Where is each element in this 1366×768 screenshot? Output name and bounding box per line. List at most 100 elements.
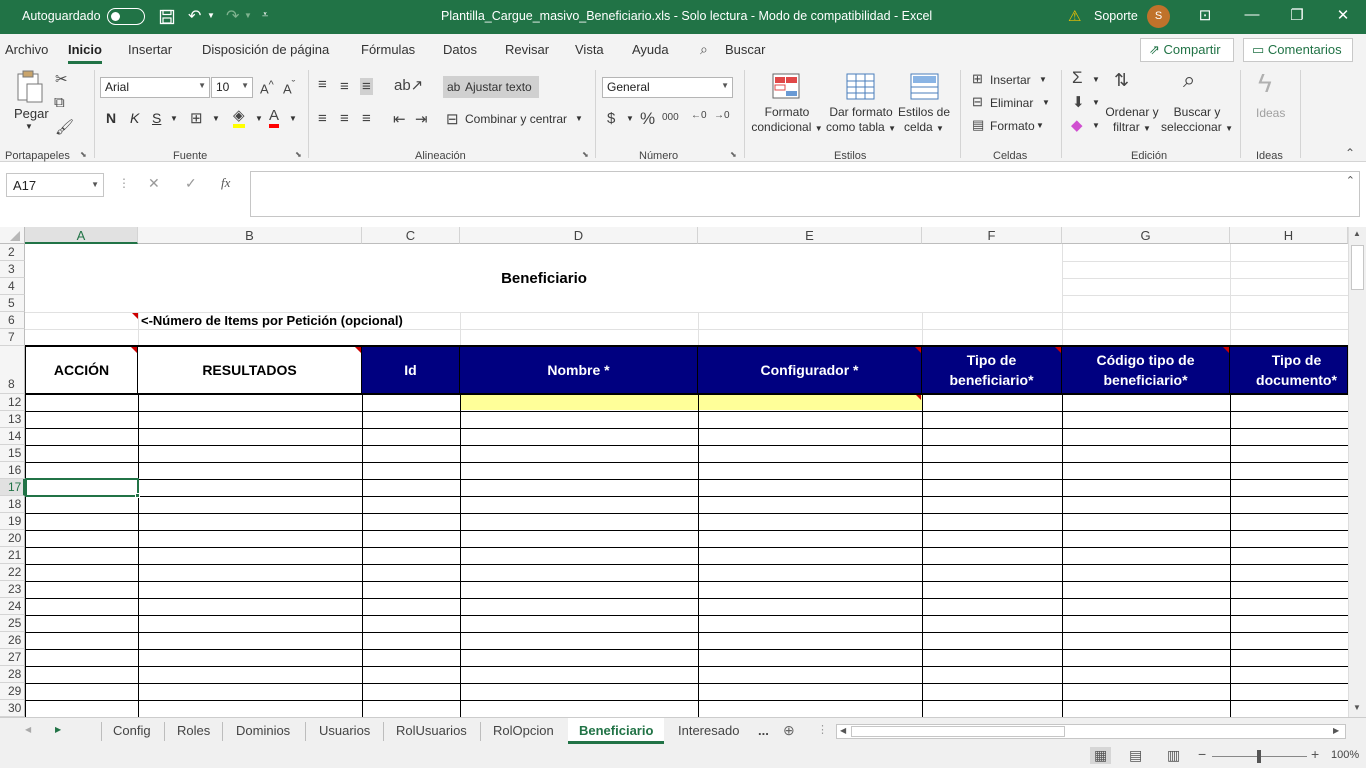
autosum-icon[interactable]: Σ xyxy=(1072,68,1083,88)
h-scroll-thumb[interactable] xyxy=(851,726,1065,737)
cut-icon[interactable]: ✂ xyxy=(55,70,68,88)
row-header[interactable]: 15 xyxy=(0,445,25,462)
tab-datos[interactable]: Datos xyxy=(443,42,477,57)
dialog-launcher-icon[interactable]: ⬊ xyxy=(80,150,87,159)
minimize-icon[interactable]: — xyxy=(1237,6,1267,23)
tab-scroll-right-icon[interactable]: ▶ xyxy=(55,725,61,734)
align-bottom-icon[interactable]: ≡ xyxy=(360,78,373,95)
font-color-icon[interactable]: A xyxy=(269,108,280,128)
align-middle-icon[interactable]: ≡ xyxy=(340,78,349,95)
zoom-out-icon[interactable]: − xyxy=(1198,746,1206,762)
row-header[interactable]: 27 xyxy=(0,649,25,666)
row-header[interactable]: 13 xyxy=(0,411,25,428)
sort-filter-button[interactable]: Ordenar y filtrar ▼ xyxy=(1102,105,1162,136)
column-header-c[interactable]: C xyxy=(362,227,460,244)
restore-icon[interactable]: ❐ xyxy=(1282,6,1312,24)
more-sheets-button[interactable]: ... xyxy=(758,723,769,738)
orientation-icon[interactable]: ab↗ xyxy=(394,76,423,94)
zoom-slider-thumb[interactable] xyxy=(1257,750,1261,763)
row-header[interactable]: 19 xyxy=(0,513,25,530)
increase-indent-icon[interactable]: ⇥ xyxy=(415,110,428,128)
search-button[interactable]: Buscar xyxy=(725,42,765,57)
spreadsheet-grid[interactable]: A B C D E F G H 2 3 4 5 6 7 8 12 13 14 1… xyxy=(0,227,1366,717)
scroll-up-icon[interactable]: ▲ xyxy=(1353,229,1361,238)
undo-dropdown-icon[interactable]: ▼ xyxy=(207,11,215,20)
format-cells-button[interactable]: ▤ Formato ▼ xyxy=(970,116,1050,136)
name-box[interactable]: A17 ▼ xyxy=(6,173,104,197)
scroll-down-icon[interactable]: ▼ xyxy=(1353,703,1361,712)
page-break-view-icon[interactable]: ▥ xyxy=(1167,747,1180,764)
column-header-g[interactable]: G xyxy=(1062,227,1230,244)
column-header-f[interactable]: F xyxy=(922,227,1062,244)
increase-font-icon[interactable]: A^ xyxy=(260,79,274,96)
scroll-thumb[interactable] xyxy=(1351,245,1364,290)
row-header[interactable]: 5 xyxy=(0,295,25,312)
formula-input[interactable]: ⌃ xyxy=(250,171,1360,217)
fill-icon[interactable]: ⬇ xyxy=(1072,93,1085,111)
insert-function-icon[interactable]: fx xyxy=(221,175,230,191)
insert-cells-button[interactable]: ⊞ Insertar ▼ xyxy=(970,70,1050,90)
save-icon[interactable] xyxy=(159,9,175,25)
row-header[interactable]: 20 xyxy=(0,530,25,547)
italic-button[interactable]: K xyxy=(130,110,139,126)
comments-button[interactable]: ▭ Comentarios xyxy=(1243,38,1353,62)
clear-icon[interactable]: ◆ xyxy=(1071,116,1083,134)
autosave-toggle[interactable] xyxy=(107,8,145,25)
row-header[interactable]: 3 xyxy=(0,261,25,278)
cell-styles-icon[interactable] xyxy=(910,72,940,102)
merge-center-button[interactable]: ⊟ Combinar y centrar ▼ xyxy=(443,108,585,130)
paste-icon[interactable] xyxy=(14,70,46,106)
column-header-e[interactable]: E xyxy=(698,227,922,244)
sheet-tab-rolusuarios[interactable]: RolUsuarios xyxy=(396,723,467,738)
underline-dropdown-icon[interactable]: ▼ xyxy=(170,114,178,123)
select-all-corner[interactable] xyxy=(0,227,25,244)
tab-revisar[interactable]: Revisar xyxy=(505,42,549,57)
format-as-table-button[interactable]: Dar formato como tabla ▼ xyxy=(824,105,898,136)
sheet-tab-config[interactable]: Config xyxy=(113,723,151,738)
tab-insertar[interactable]: Insertar xyxy=(128,42,172,57)
ribbon-display-icon[interactable]: ⊡ xyxy=(1190,6,1220,24)
sheet-tab-interesado[interactable]: Interesado xyxy=(678,723,739,738)
close-icon[interactable]: ✕ xyxy=(1328,6,1358,24)
decrease-decimal-icon[interactable]: →0 xyxy=(714,110,730,121)
tab-inicio[interactable]: Inicio xyxy=(68,42,102,64)
increase-decimal-icon[interactable]: ←0 xyxy=(691,110,707,121)
clear-dropdown-icon[interactable]: ▼ xyxy=(1092,121,1100,130)
normal-view-icon[interactable]: ▦ xyxy=(1090,747,1112,764)
format-as-table-icon[interactable] xyxy=(846,72,876,102)
column-header-a[interactable]: A xyxy=(25,227,138,244)
align-dialog-launcher-icon[interactable]: ⬊ xyxy=(582,150,589,159)
row-header[interactable]: 8 xyxy=(0,346,25,394)
zoom-in-icon[interactable]: + xyxy=(1311,746,1319,762)
row-header[interactable]: 21 xyxy=(0,547,25,564)
delete-cells-button[interactable]: ⊟ Eliminar ▼ xyxy=(970,93,1050,113)
sheet-tab-usuarios[interactable]: Usuarios xyxy=(319,723,370,738)
bold-button[interactable]: N xyxy=(106,110,116,126)
align-top-icon[interactable]: ≡ xyxy=(318,76,327,93)
vertical-scrollbar[interactable]: ▲ ▼ xyxy=(1348,227,1366,717)
tab-ayuda[interactable]: Ayuda xyxy=(632,42,669,57)
add-sheet-icon[interactable]: ⊕ xyxy=(783,722,795,739)
underline-button[interactable]: S xyxy=(152,110,161,126)
copy-icon[interactable]: ⧉ xyxy=(54,94,65,111)
font-name-combo[interactable]: Arial ▼ xyxy=(100,77,210,98)
row-header[interactable]: 26 xyxy=(0,632,25,649)
thousands-icon[interactable]: 000 xyxy=(662,112,679,123)
tab-formulas[interactable]: Fórmulas xyxy=(361,42,415,57)
row-header[interactable]: 12 xyxy=(0,394,25,411)
row-header[interactable]: 25 xyxy=(0,615,25,632)
collapse-ribbon-icon[interactable]: ⌃ xyxy=(1345,146,1355,160)
share-button[interactable]: ⇗ Compartir xyxy=(1140,38,1234,62)
row-header[interactable]: 24 xyxy=(0,598,25,615)
undo-icon[interactable]: ↶ xyxy=(188,6,201,26)
currency-icon[interactable]: $ xyxy=(607,110,615,127)
sheet-tab-rolopcion[interactable]: RolOpcion xyxy=(493,723,554,738)
tab-scroll-left-icon[interactable]: ◀ xyxy=(25,725,31,734)
horizontal-scrollbar[interactable]: ◀ ▶ xyxy=(836,724,1346,739)
borders-icon[interactable]: ⊞ xyxy=(190,109,203,127)
user-name[interactable]: Soporte xyxy=(1094,9,1138,23)
row-header[interactable]: 22 xyxy=(0,564,25,581)
format-painter-icon[interactable]: 🖌 xyxy=(55,118,74,136)
paste-label[interactable]: Pegar xyxy=(14,106,49,121)
conditional-format-button[interactable]: Formato condicional ▼ xyxy=(748,105,826,136)
